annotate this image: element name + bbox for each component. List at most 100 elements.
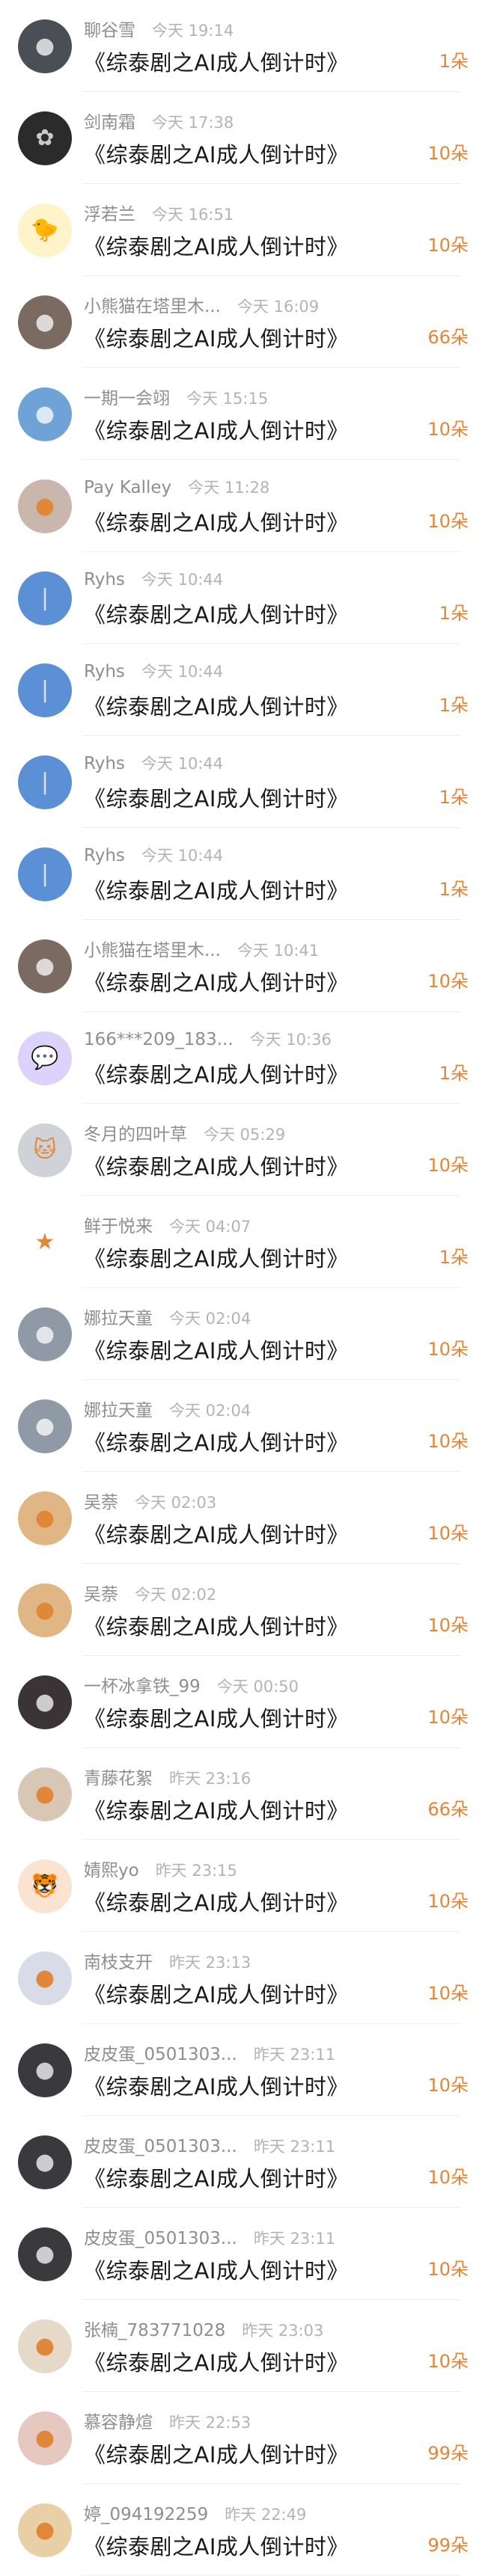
avatar-icon: ● bbox=[34, 1412, 55, 1439]
book-title: 《综泰剧之AI成人倒计时》 bbox=[84, 2073, 349, 2100]
item-meta: 皮皮蛋_0501303... 昨天 23:11 bbox=[84, 2040, 479, 2065]
avatar-icon: 🐱 bbox=[33, 1136, 57, 1163]
user-name[interactable]: 剑南霜 bbox=[84, 108, 135, 133]
list-item[interactable]: ★ 鲜于悦来 今天 04:07 《综泰剧之AI成人倒计时》 1朵 bbox=[0, 1196, 479, 1288]
list-item[interactable]: ✿ 剑南霜 今天 17:38 《综泰剧之AI成人倒计时》 10朵 bbox=[0, 92, 479, 184]
list-item[interactable]: ● 聊谷雪 今天 19:14 《综泰剧之AI成人倒计时》 1朵 bbox=[0, 0, 479, 92]
avatar[interactable]: | bbox=[18, 755, 72, 809]
list-item[interactable]: ● 婷_094192259 昨天 22:49 《综泰剧之AI成人倒计时》 99朵 bbox=[0, 2484, 479, 2576]
item-meta: 慕容静煊 昨天 22:53 bbox=[84, 2408, 479, 2433]
list-item[interactable]: | Ryhs 今天 10:44 《综泰剧之AI成人倒计时》 1朵 bbox=[0, 828, 479, 920]
avatar[interactable]: ● bbox=[18, 2319, 72, 2373]
avatar[interactable]: ● bbox=[18, 1767, 72, 1821]
user-name[interactable]: 鲜于悦来 bbox=[84, 1212, 153, 1237]
list-item[interactable]: ● 皮皮蛋_0501303... 昨天 23:11 《综泰剧之AI成人倒计时》 10朵 bbox=[0, 2116, 479, 2208]
avatar[interactable]: ● bbox=[18, 2503, 72, 2557]
user-name[interactable]: 聊谷雪 bbox=[84, 16, 135, 41]
user-name[interactable]: Ryhs bbox=[84, 662, 125, 681]
user-name[interactable]: 一期一会翊 bbox=[84, 384, 170, 409]
timestamp: 今天 19:14 bbox=[152, 21, 234, 40]
user-name[interactable]: 小熊猫在塔里木... bbox=[84, 936, 221, 961]
avatar[interactable]: ● bbox=[18, 295, 72, 349]
flower-count: 10朵 bbox=[427, 143, 469, 164]
item-info: 慕容静煊 昨天 22:53 《综泰剧之AI成人倒计时》 bbox=[84, 2408, 479, 2469]
list-item[interactable]: ● 小熊猫在塔里木... 今天 16:09 《综泰剧之AI成人倒计时》 66朵 bbox=[0, 276, 479, 368]
user-name[interactable]: 吴萘 bbox=[84, 1488, 118, 1513]
user-name[interactable]: 慕容静煊 bbox=[84, 2408, 153, 2433]
list-item[interactable]: | Ryhs 今天 10:44 《综泰剧之AI成人倒计时》 1朵 bbox=[0, 552, 479, 644]
avatar[interactable]: ● bbox=[18, 1491, 72, 1545]
avatar[interactable]: ● bbox=[18, 1307, 72, 1361]
avatar[interactable]: 🐯 bbox=[18, 1859, 72, 1913]
timestamp: 今天 10:44 bbox=[141, 570, 224, 589]
avatar[interactable]: | bbox=[18, 571, 72, 625]
avatar[interactable]: ● bbox=[18, 939, 72, 993]
user-name[interactable]: 小熊猫在塔里木... bbox=[84, 292, 221, 317]
timestamp: 今天 00:50 bbox=[216, 1677, 299, 1696]
list-item[interactable]: | Ryhs 今天 10:44 《综泰剧之AI成人倒计时》 1朵 bbox=[0, 644, 479, 736]
avatar[interactable]: 💬 bbox=[18, 1031, 72, 1085]
user-name[interactable]: Pay Kalley bbox=[84, 478, 171, 497]
user-name[interactable]: 冬月的四叶草 bbox=[84, 1120, 187, 1145]
user-name[interactable]: 皮皮蛋_0501303... bbox=[84, 2224, 237, 2249]
list-item[interactable]: ● 娜拉天童 今天 02:04 《综泰剧之AI成人倒计时》 10朵 bbox=[0, 1380, 479, 1472]
user-name[interactable]: Ryhs bbox=[84, 846, 125, 865]
list-item[interactable]: | Ryhs 今天 10:44 《综泰剧之AI成人倒计时》 1朵 bbox=[0, 736, 479, 828]
user-name[interactable]: Ryhs bbox=[84, 570, 125, 589]
timestamp: 今天 04:07 bbox=[169, 1217, 251, 1236]
user-name[interactable]: 娜拉天童 bbox=[84, 1304, 153, 1329]
avatar[interactable]: ● bbox=[18, 1951, 72, 2005]
user-name[interactable]: 166***209_183... bbox=[84, 1030, 234, 1049]
list-item[interactable]: ● 吴萘 今天 02:03 《综泰剧之AI成人倒计时》 10朵 bbox=[0, 1472, 479, 1564]
list-item[interactable]: ● 张楠_783771028 昨天 23:03 《综泰剧之AI成人倒计时》 10朵 bbox=[0, 2300, 479, 2392]
user-name[interactable]: 张楠_783771028 bbox=[84, 2316, 225, 2341]
avatar[interactable]: ● bbox=[18, 2135, 72, 2189]
avatar[interactable]: ★ bbox=[18, 1215, 72, 1269]
avatar[interactable]: ● bbox=[18, 479, 72, 533]
avatar-icon: 🐯 bbox=[31, 1872, 59, 1899]
timestamp: 今天 10:41 bbox=[237, 941, 320, 960]
avatar[interactable]: | bbox=[18, 847, 72, 901]
avatar[interactable]: ✿ bbox=[18, 111, 72, 165]
list-item[interactable]: 🐤 浮若兰 今天 16:51 《综泰剧之AI成人倒计时》 10朵 bbox=[0, 184, 479, 276]
timestamp: 今天 10:44 bbox=[141, 846, 224, 865]
user-name[interactable]: 一杯冰拿铁_99 bbox=[84, 1672, 201, 1697]
avatar[interactable]: ● bbox=[18, 1583, 72, 1637]
list-item[interactable]: 🐱 冬月的四叶草 今天 05:29 《综泰剧之AI成人倒计时》 10朵 bbox=[0, 1104, 479, 1196]
user-name[interactable]: 娜拉天童 bbox=[84, 1396, 153, 1421]
list-item[interactable]: ● 慕容静煊 昨天 22:53 《综泰剧之AI成人倒计时》 99朵 bbox=[0, 2392, 479, 2484]
user-name[interactable]: 浮若兰 bbox=[84, 200, 135, 225]
user-name[interactable]: Ryhs bbox=[84, 754, 125, 773]
list-item[interactable]: 💬 166***209_183... 今天 10:36 《综泰剧之AI成人倒计时》 1朵 bbox=[0, 1012, 479, 1104]
avatar[interactable]: | bbox=[18, 663, 72, 717]
list-item[interactable]: ● Pay Kalley 今天 11:28 《综泰剧之AI成人倒计时》 10朵 bbox=[0, 460, 479, 552]
avatar[interactable]: ● bbox=[18, 2227, 72, 2281]
list-item[interactable]: ● 吴萘 今天 02:02 《综泰剧之AI成人倒计时》 10朵 bbox=[0, 1564, 479, 1656]
list-item[interactable]: ● 南枝支开 昨天 23:13 《综泰剧之AI成人倒计时》 10朵 bbox=[0, 1932, 479, 2024]
user-name[interactable]: 皮皮蛋_0501303... bbox=[84, 2132, 237, 2157]
user-name[interactable]: 婷_094192259 bbox=[84, 2500, 208, 2525]
list-item[interactable]: ● 一杯冰拿铁_99 今天 00:50 《综泰剧之AI成人倒计时》 10朵 bbox=[0, 1656, 479, 1748]
user-name[interactable]: 青藤花絮 bbox=[84, 1764, 153, 1789]
list-item[interactable]: 🐯 婧熙yo 昨天 23:15 《综泰剧之AI成人倒计时》 10朵 bbox=[0, 1840, 479, 1932]
avatar[interactable]: ● bbox=[18, 2411, 72, 2465]
list-item[interactable]: ● 青藤花絮 昨天 23:16 《综泰剧之AI成人倒计时》 66朵 bbox=[0, 1748, 479, 1840]
list-item[interactable]: ● 皮皮蛋_0501303... 昨天 23:11 《综泰剧之AI成人倒计时》 10朵 bbox=[0, 2208, 479, 2300]
avatar[interactable]: ● bbox=[18, 1399, 72, 1453]
list-item[interactable]: ● 小熊猫在塔里木... 今天 10:41 《综泰剧之AI成人倒计时》 10朵 bbox=[0, 920, 479, 1012]
user-name[interactable]: 吴萘 bbox=[84, 1580, 118, 1605]
avatar[interactable]: 🐱 bbox=[18, 1123, 72, 1177]
avatar[interactable]: ● bbox=[18, 2043, 72, 2097]
avatar-icon: ● bbox=[34, 1964, 55, 1991]
avatar[interactable]: ● bbox=[18, 19, 72, 73]
avatar[interactable]: ● bbox=[18, 1675, 72, 1729]
avatar[interactable]: ● bbox=[18, 387, 72, 441]
list-item[interactable]: ● 皮皮蛋_0501303... 昨天 23:11 《综泰剧之AI成人倒计时》 10朵 bbox=[0, 2024, 479, 2116]
user-name[interactable]: 婧熙yo bbox=[84, 1856, 139, 1881]
user-name[interactable]: 南枝支开 bbox=[84, 1948, 153, 1973]
user-name[interactable]: 皮皮蛋_0501303... bbox=[84, 2040, 237, 2065]
avatar[interactable]: 🐤 bbox=[18, 203, 72, 257]
list-item[interactable]: ● 娜拉天童 今天 02:04 《综泰剧之AI成人倒计时》 10朵 bbox=[0, 1288, 479, 1380]
item-meta: Ryhs 今天 10:44 bbox=[84, 752, 479, 777]
list-item[interactable]: ● 一期一会翊 今天 15:15 《综泰剧之AI成人倒计时》 10朵 bbox=[0, 368, 479, 460]
